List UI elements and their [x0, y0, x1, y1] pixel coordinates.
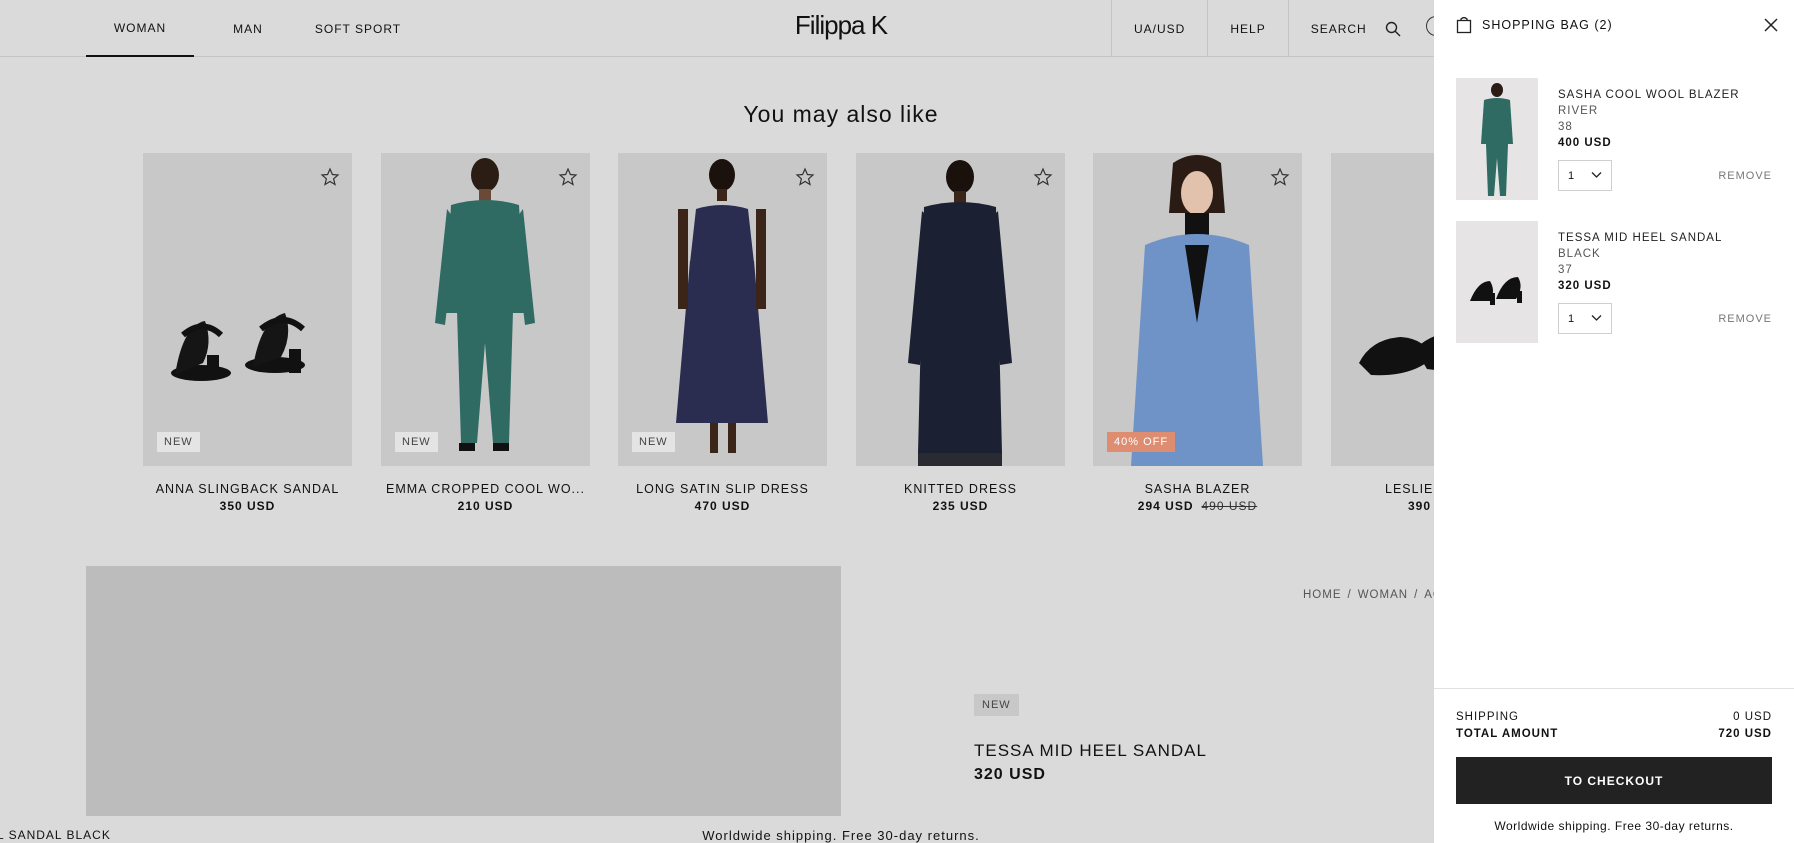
search-icon — [1385, 21, 1401, 36]
sale-badge: 40% OFF — [1107, 432, 1176, 452]
breadcrumb-separator: / — [1414, 589, 1419, 601]
drawer-header: SHOPPING BAG (2) — [1456, 16, 1613, 34]
close-icon[interactable] — [1762, 16, 1780, 34]
model-image — [676, 159, 768, 453]
product-price: 235 USD — [856, 499, 1065, 513]
product-card[interactable]: NEW LONG SATIN SLIP DRESS 470 USD — [618, 153, 827, 513]
cart-item-color: RIVER — [1558, 105, 1599, 117]
wishlist-star-icon[interactable] — [795, 167, 815, 187]
breadcrumb-woman[interactable]: WOMAN — [1358, 589, 1408, 601]
chevron-down-icon — [1591, 172, 1602, 178]
product-image[interactable]: NEW — [143, 153, 352, 466]
product-name[interactable]: KNITTED DRESS — [856, 482, 1065, 496]
product-main-image[interactable] — [86, 566, 841, 816]
drawer-title: SHOPPING BAG (2) — [1482, 18, 1613, 32]
price-value: 470 USD — [694, 499, 751, 513]
breadcrumb: HOME/WOMAN/AC — [1303, 589, 1442, 601]
shopping-bag-drawer: SHOPPING BAG (2) SASHA COOL WOOL BLAZER … — [1434, 0, 1794, 843]
currency-selector[interactable]: UA/USD — [1111, 0, 1207, 57]
recommendations-title: You may also like — [743, 101, 939, 127]
search-label: SEARCH — [1310, 21, 1367, 36]
product-name[interactable]: LONG SATIN SLIP DRESS — [618, 482, 827, 496]
total-row: TOTAL AMOUNT 720 USD — [1456, 728, 1772, 740]
product-image[interactable] — [856, 153, 1065, 466]
cart-item-price: 320 USD — [1558, 280, 1612, 292]
cart-item: SASHA COOL WOOL BLAZER RIVER 38 400 USD … — [1456, 78, 1772, 200]
cart-item-name[interactable]: SASHA COOL WOOL BLAZER — [1558, 87, 1740, 103]
breadcrumb-separator: / — [1347, 589, 1352, 601]
sandal-thumbnail — [1470, 277, 1522, 305]
quantity-value: 1 — [1568, 312, 1575, 325]
wishlist-star-icon[interactable] — [558, 167, 578, 187]
model-image — [435, 158, 535, 451]
wishlist-star-icon[interactable] — [320, 167, 340, 187]
old-price: 490 USD — [1201, 499, 1258, 513]
product-card[interactable]: NEW ANNA SLINGBACK SANDAL 350 USD — [143, 153, 352, 513]
quantity-select[interactable]: 1 — [1558, 160, 1612, 191]
shipping-note: Worldwide shipping. Free 30-day returns. — [702, 828, 980, 843]
product-price: 210 USD — [381, 499, 590, 513]
new-badge: NEW — [395, 432, 438, 452]
cart-item-price: 400 USD — [1558, 137, 1612, 149]
quantity-select[interactable]: 1 — [1558, 303, 1612, 334]
product-name[interactable]: EMMA CROPPED COOL WO... — [381, 482, 590, 496]
cart-item-name[interactable]: TESSA MID HEEL SANDAL — [1558, 230, 1722, 246]
cart-item-image[interactable] — [1456, 78, 1538, 200]
cart-item-image[interactable] — [1456, 221, 1538, 343]
wishlist-star-icon[interactable] — [1270, 167, 1290, 187]
quantity-value: 1 — [1568, 169, 1575, 182]
price-value: 390 — [1408, 499, 1432, 513]
help-link[interactable]: HELP — [1207, 0, 1287, 57]
header-actions: UA/USD HELP SEARCH — [1111, 0, 1401, 57]
product-new-badge: NEW — [974, 694, 1019, 716]
search-button[interactable]: SEARCH — [1287, 0, 1401, 57]
product-price: 350 USD — [143, 499, 352, 513]
blazer-thumbnail — [1481, 83, 1513, 196]
model-image — [1131, 155, 1263, 466]
drawer-shipping-note: Worldwide shipping. Free 30-day returns. — [1494, 819, 1734, 833]
shipping-value: 0 USD — [1733, 711, 1772, 723]
price-value: 294 USD — [1137, 499, 1194, 513]
shopping-bag-icon — [1456, 16, 1472, 34]
cart-item-details: SASHA COOL WOOL BLAZER RIVER 38 400 USD — [1558, 87, 1740, 151]
cart-item-size: 37 — [1558, 264, 1573, 276]
product-price: 470 USD — [618, 499, 827, 513]
chevron-down-icon — [1591, 315, 1602, 321]
sandal-image — [171, 313, 306, 381]
new-badge: NEW — [632, 432, 675, 452]
product-card[interactable]: NEW EMMA CROPPED COOL WO... 210 USD — [381, 153, 590, 513]
remove-button[interactable]: REMOVE — [1718, 170, 1772, 182]
total-label: TOTAL AMOUNT — [1456, 728, 1559, 740]
cart-item-size: 38 — [1558, 121, 1573, 133]
new-badge: NEW — [157, 432, 200, 452]
remove-button[interactable]: REMOVE — [1718, 313, 1772, 325]
product-name[interactable]: SASHA BLAZER — [1093, 482, 1302, 496]
cart-item: TESSA MID HEEL SANDAL BLACK 37 320 USD 1… — [1456, 221, 1772, 343]
checkout-button[interactable]: TO CHECKOUT — [1456, 757, 1772, 804]
breadcrumb-home[interactable]: HOME — [1303, 589, 1342, 601]
product-card[interactable]: KNITTED DRESS 235 USD — [856, 153, 1065, 513]
price-value: 350 USD — [219, 499, 276, 513]
product-image[interactable]: NEW — [381, 153, 590, 466]
price-value: 210 USD — [457, 499, 514, 513]
product-price: 320 USD — [974, 766, 1046, 783]
product-card[interactable]: 40% OFF SASHA BLAZER 294 USD 490 USD — [1093, 153, 1302, 513]
wishlist-star-icon[interactable] — [1033, 167, 1053, 187]
total-value: 720 USD — [1718, 728, 1772, 740]
shipping-label: SHIPPING — [1456, 711, 1519, 723]
price-value: 235 USD — [932, 499, 989, 513]
shipping-row: SHIPPING 0 USD — [1456, 711, 1772, 723]
product-image[interactable]: 40% OFF — [1093, 153, 1302, 466]
cart-item-details: TESSA MID HEEL SANDAL BLACK 37 320 USD — [1558, 230, 1722, 294]
cart-item-color: BLACK — [1558, 248, 1601, 260]
model-image — [908, 160, 1012, 466]
product-title: TESSA MID HEEL SANDAL — [974, 741, 1207, 760]
drawer-divider — [1434, 688, 1794, 689]
product-image[interactable]: NEW — [618, 153, 827, 466]
product-price: 294 USD 490 USD — [1093, 499, 1302, 513]
product-name[interactable]: ANNA SLINGBACK SANDAL — [143, 482, 352, 496]
